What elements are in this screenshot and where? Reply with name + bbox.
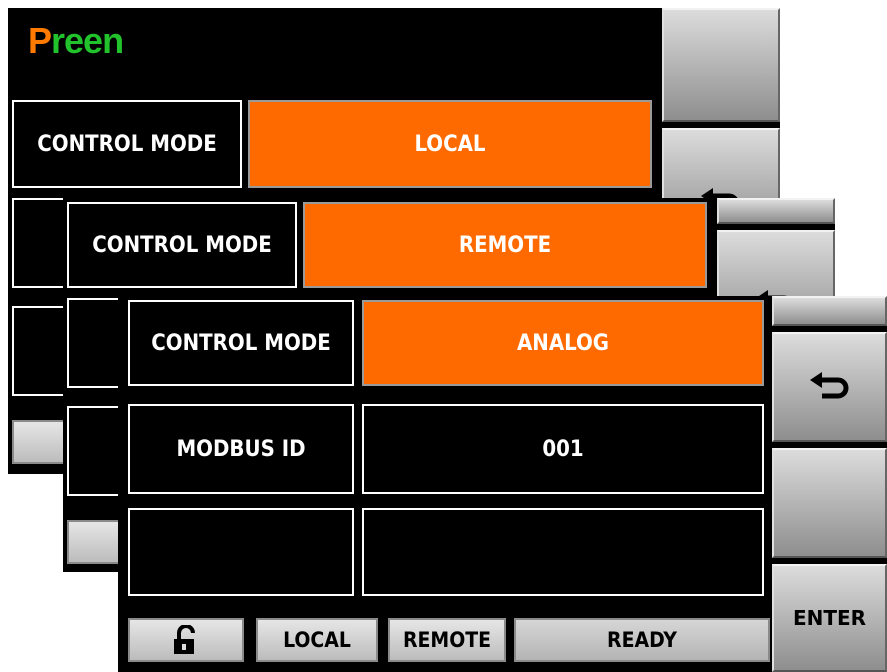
control-mode-value[interactable]: LOCAL <box>247 99 653 189</box>
control-mode-label: CONTROL MODE <box>127 299 355 387</box>
side-button-blank[interactable] <box>772 448 887 558</box>
enter-button[interactable]: ENTER <box>772 564 887 672</box>
control-mode-value[interactable]: REMOTE <box>302 201 708 289</box>
side-button-top[interactable] <box>717 198 835 224</box>
side-button-top[interactable] <box>772 296 887 326</box>
lock-button[interactable] <box>128 618 244 662</box>
control-mode-value[interactable]: ANALOG <box>361 299 765 387</box>
brand-logo: Preen <box>28 20 124 61</box>
remote-button[interactable]: REMOTE <box>388 618 506 662</box>
status-ready: READY <box>514 618 770 662</box>
row3-value[interactable] <box>361 507 765 597</box>
control-mode-label: CONTROL MODE <box>66 201 298 289</box>
return-arrow-icon <box>809 372 848 399</box>
control-mode-label: CONTROL MODE <box>11 99 243 189</box>
enter-label: ENTER <box>792 606 867 630</box>
back-button[interactable] <box>772 332 887 442</box>
unlock-icon <box>174 625 195 654</box>
row3-label <box>127 507 355 597</box>
modbus-id-value[interactable]: 001 <box>361 403 765 495</box>
side-button-top[interactable] <box>662 8 780 122</box>
screen-analog: CONTROL MODE ANALOG MODBUS ID 001 LOCAL … <box>118 296 887 672</box>
local-button[interactable]: LOCAL <box>256 618 378 662</box>
modbus-id-label: MODBUS ID <box>127 403 355 495</box>
